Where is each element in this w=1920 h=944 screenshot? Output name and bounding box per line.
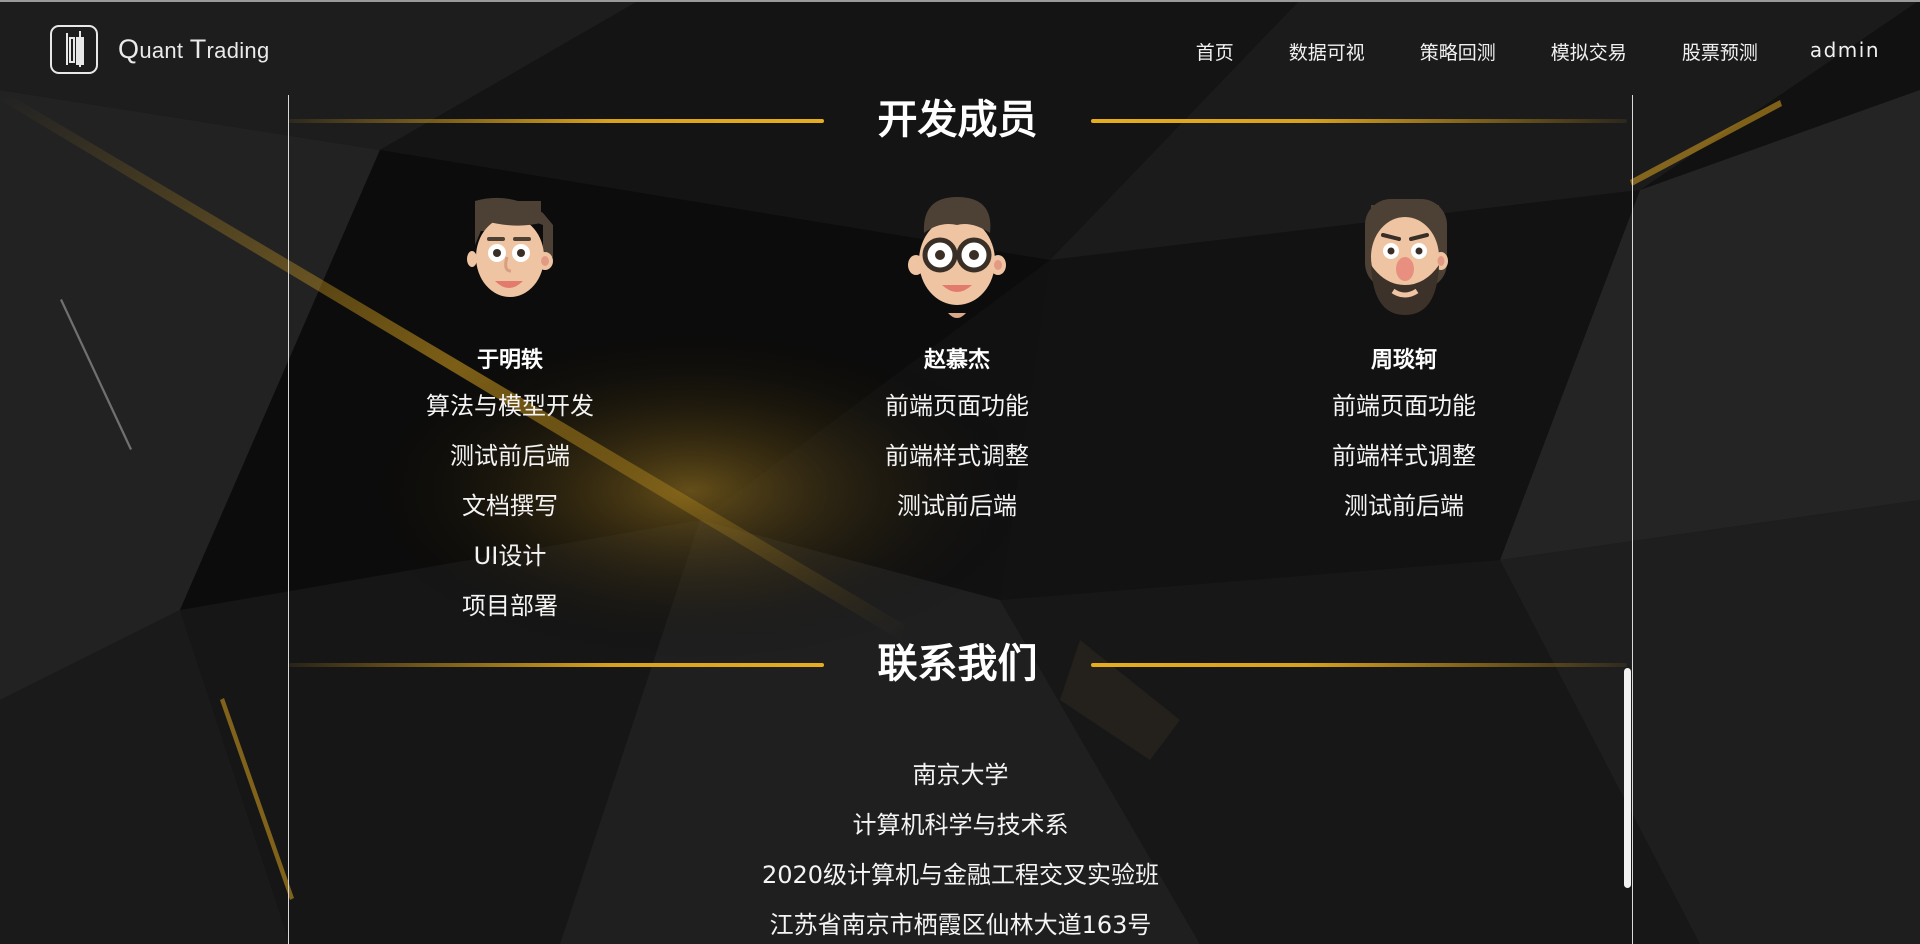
role-item: 前端页面功能	[1332, 392, 1476, 420]
role-item: 文档撰写	[462, 492, 558, 520]
avatar-male-beard-icon	[1365, 199, 1448, 315]
divider-right	[1091, 119, 1627, 123]
user-menu[interactable]: admin	[1810, 38, 1880, 65]
contact-address: 江苏省南京市栖霞区仙林大道163号	[769, 911, 1152, 939]
member-roles: 前端页面功能 前端样式调整 测试前后端	[807, 381, 1107, 531]
brand-letter-q: Q	[118, 34, 140, 64]
team-section-title: 开发成员	[877, 97, 1038, 143]
top-navbar: Quant Trading 首页 数据可视 策略回测 模拟交易 股票预测 adm…	[0, 0, 1920, 100]
divider-left	[289, 663, 824, 667]
role-item: 项目部署	[462, 592, 558, 620]
role-item: 算法与模型开发	[426, 392, 594, 420]
contact-class: 2020级计算机与金融工程交叉实验班	[761, 861, 1160, 889]
main-menu: 首页 数据可视 策略回测 模拟交易 股票预测 admin	[1141, 38, 1880, 65]
member-card: 赵慕杰 前端页面功能 前端样式调整 测试前后端	[807, 195, 1107, 531]
contact-university: 南京大学	[912, 761, 1009, 789]
role-item: 测试前后端	[897, 492, 1017, 520]
brand-letter-t: T	[189, 34, 207, 64]
window-top-border	[0, 0, 1920, 2]
member-card: 于明轶 算法与模型开发 测试前后端 文档撰写 UI设计 项目部署	[360, 195, 660, 631]
contact-section-title: 联系我们	[877, 641, 1038, 687]
team-section-header: 开发成员	[289, 95, 1632, 155]
nav-item-home[interactable]: 首页	[1196, 38, 1234, 65]
role-item: 前端样式调整	[1332, 442, 1476, 470]
member-card: 周琰轲 前端页面功能 前端样式调整 测试前后端	[1254, 195, 1554, 531]
divider-right	[1091, 663, 1627, 667]
member-name: 周琰轲	[1370, 348, 1437, 373]
nav-item-stock-prediction[interactable]: 股票预测	[1682, 38, 1758, 65]
brand-text-part1: uant	[139, 38, 190, 63]
contact-info: 南京大学 计算机科学与技术系 2020级计算机与金融工程交叉实验班 江苏省南京市…	[289, 750, 1632, 944]
member-name: 赵慕杰	[923, 348, 990, 373]
nav-item-simulated-trading[interactable]: 模拟交易	[1551, 38, 1627, 65]
role-item: 前端页面功能	[885, 392, 1029, 420]
role-item: 测试前后端	[1344, 492, 1464, 520]
divider-left	[289, 119, 824, 123]
role-item: 测试前后端	[450, 442, 570, 470]
role-item: 前端样式调整	[885, 442, 1029, 470]
contact-department: 计算机科学与技术系	[852, 811, 1069, 839]
avatar-male-glasses-icon	[908, 197, 1006, 318]
member-roles: 算法与模型开发 测试前后端 文档撰写 UI设计 项目部署	[360, 381, 660, 631]
candlestick-logo-icon[interactable]	[50, 25, 98, 74]
brand-text-part2: rading	[206, 38, 270, 63]
avatar-male-brown-hair-icon	[467, 197, 553, 297]
vertical-scrollbar-thumb[interactable]	[1624, 668, 1631, 888]
brand-name[interactable]: Quant Trading	[118, 34, 270, 65]
nav-item-data-visualization[interactable]: 数据可视	[1289, 38, 1365, 65]
contact-section-header: 联系我们	[289, 639, 1632, 699]
member-roles: 前端页面功能 前端样式调整 测试前后端	[1254, 381, 1554, 531]
role-item: UI设计	[473, 542, 547, 570]
content-panel: 开发成员 于明轶 算法与模型开发 测试前后端 文档撰写 UI设计 项目部署 赵慕…	[288, 95, 1633, 944]
nav-item-strategy-backtest[interactable]: 策略回测	[1420, 38, 1496, 65]
member-name: 于明轶	[476, 348, 543, 373]
